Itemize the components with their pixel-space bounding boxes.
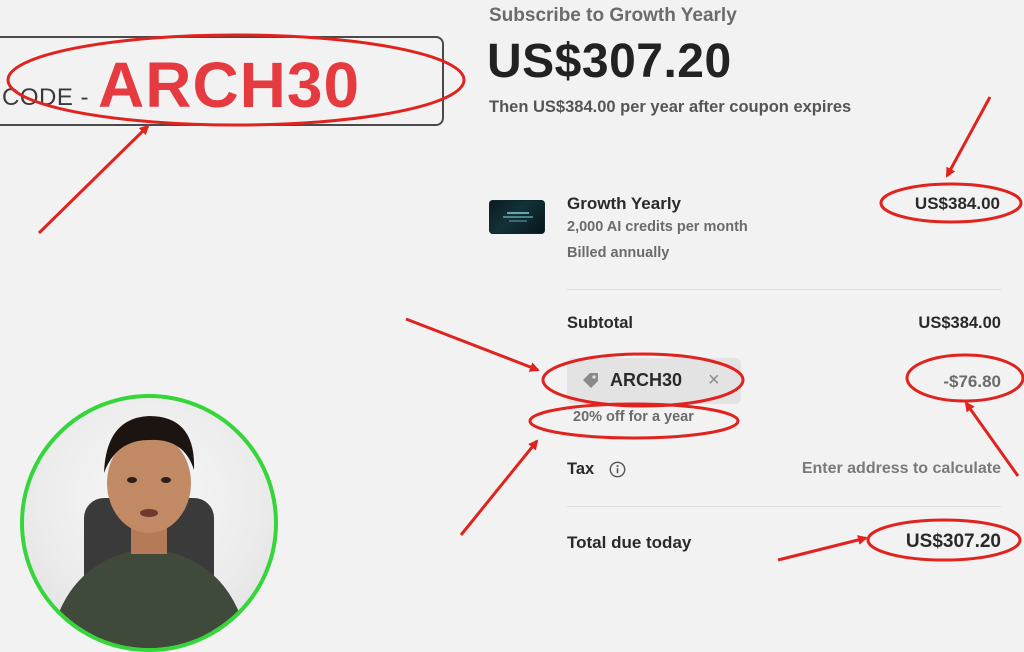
subtotal-value: US$384.00 (918, 314, 1001, 332)
total-label: Total due today (567, 533, 692, 552)
product-credits: 2,000 AI credits per month (567, 219, 748, 235)
product-price: US$384.00 (914, 194, 1000, 213)
product-thumbnail (489, 200, 545, 234)
tax-label: Tax (567, 460, 595, 478)
total-value: US$307.20 (905, 531, 1001, 552)
product-name: Growth Yearly (567, 194, 682, 213)
remove-coupon-icon[interactable]: × (708, 369, 720, 392)
divider (567, 506, 1001, 507)
annotation-arrow (37, 124, 150, 235)
webcam-overlay (20, 394, 278, 652)
promo-code-value: ARCH30 (98, 49, 361, 121)
coupon-code: ARCH30 (610, 370, 683, 390)
discount-note: 20% off for a year (573, 409, 694, 425)
annotation-arrow (777, 535, 868, 562)
divider (567, 289, 1001, 290)
tag-icon (583, 373, 598, 388)
renewal-note: Then US$384.00 per year after coupon exp… (489, 98, 852, 116)
annotation-arrow (945, 96, 992, 178)
annotation-arrow (405, 317, 540, 372)
discount-value: -$76.80 (943, 372, 1001, 391)
price-today: US$307.20 (487, 35, 732, 88)
annotation-arrow (459, 439, 539, 536)
tax-value[interactable]: Enter address to calculate (802, 460, 1001, 478)
subscribe-title: Subscribe to Growth Yearly (489, 5, 737, 26)
presenter-figure (49, 416, 249, 648)
promo-code-label: CODE - (2, 84, 89, 111)
subtotal-label: Subtotal (567, 314, 633, 332)
product-billing: Billed annually (567, 245, 670, 261)
info-icon[interactable] (609, 461, 626, 478)
